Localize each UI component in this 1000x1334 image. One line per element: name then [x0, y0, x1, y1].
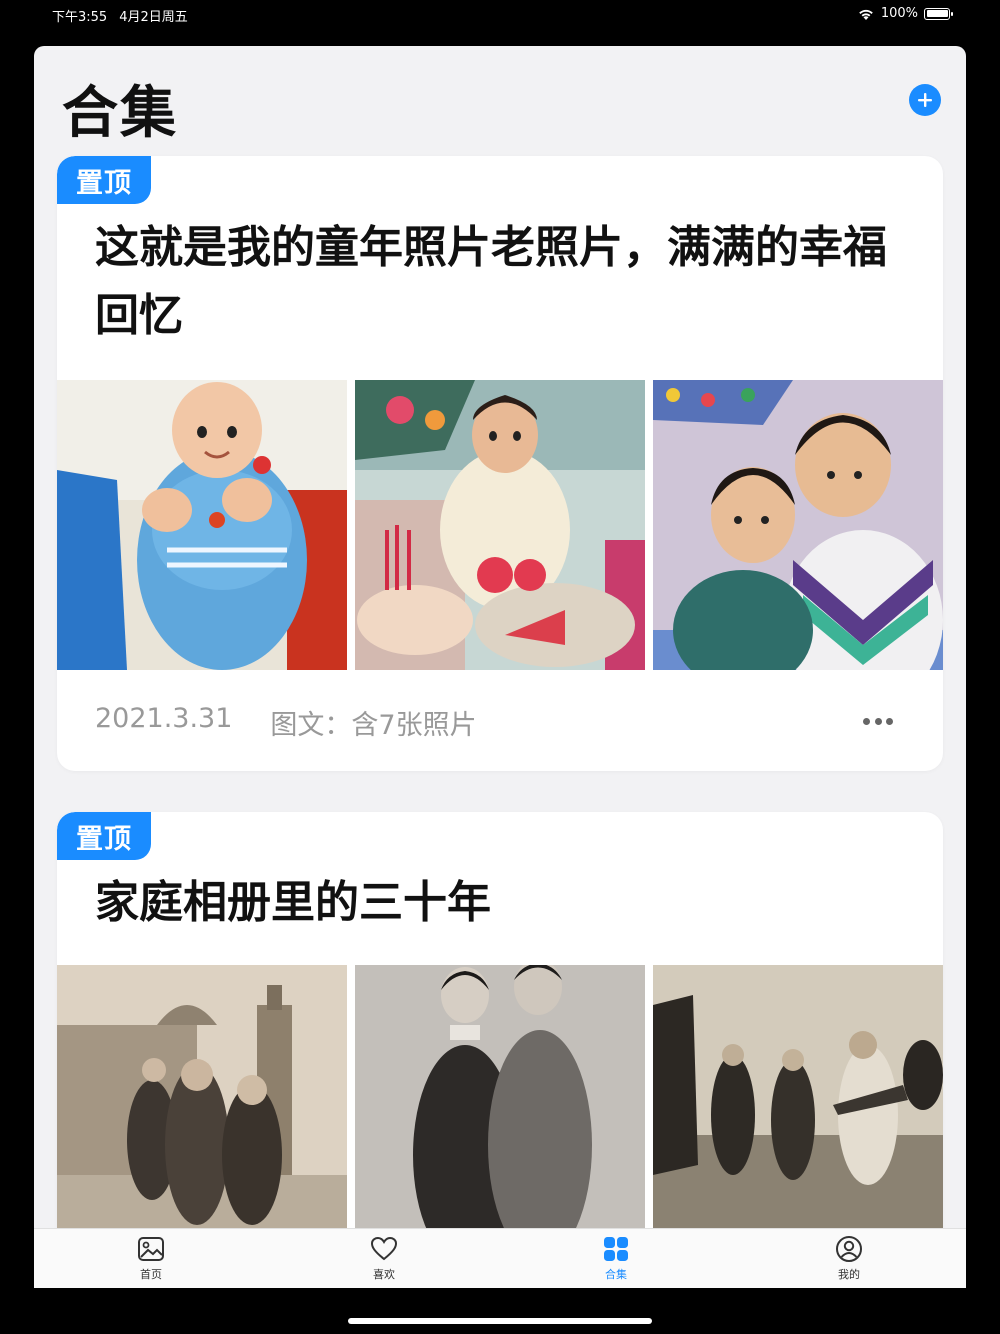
- tab-label: 首页: [140, 1268, 162, 1281]
- collection-card[interactable]: 置顶 家庭相册里的三十年: [57, 812, 943, 1288]
- collection-meta: 2021.3.31 图文：含7张照片: [95, 703, 477, 742]
- page-title: 合集: [62, 81, 178, 146]
- status-time: 下午3:55: [52, 10, 108, 25]
- photo-icon: [138, 1237, 164, 1261]
- collection-title: 这就是我的童年照片老照片，满满的幸福回忆: [95, 222, 887, 341]
- collection-title: 家庭相册里的三十年: [95, 877, 491, 928]
- pinned-badge: 置顶: [57, 812, 151, 860]
- couple-portrait-photo[interactable]: [355, 965, 645, 1235]
- tab-profile[interactable]: 我的: [809, 1235, 889, 1282]
- collection-date: 2021.3.31: [95, 703, 233, 734]
- wifi-icon: [859, 9, 873, 20]
- grid-icon: [604, 1237, 628, 1261]
- status-bar: 下午3:55 4月2日周五 100%: [0, 0, 1000, 30]
- tab-label: 喜欢: [373, 1268, 395, 1281]
- person-icon: [836, 1236, 862, 1262]
- collection-photos: [57, 965, 943, 1235]
- plus-icon: [918, 93, 932, 107]
- battery-percent: 100%: [880, 6, 918, 21]
- two-boys-hugging-photo[interactable]: [653, 380, 943, 670]
- tab-home[interactable]: 首页: [111, 1235, 191, 1282]
- collection-card[interactable]: 置顶 这就是我的童年照片老照片，满满的幸福回忆 2021.3.31 图文：含7张…: [57, 156, 943, 771]
- baby-in-blue-outfit-photo[interactable]: [57, 380, 347, 670]
- collection-photos: [57, 380, 943, 670]
- add-collection-button[interactable]: [909, 84, 941, 116]
- tab-favorites[interactable]: 喜欢: [344, 1235, 424, 1282]
- battery-icon: [924, 7, 953, 20]
- tab-label: 我的: [838, 1268, 860, 1281]
- family-in-front-of-building-photo[interactable]: [57, 965, 347, 1235]
- heart-icon: [370, 1236, 398, 1261]
- pinned-badge: 置顶: [57, 156, 151, 204]
- toddler-with-birthday-cake-photo[interactable]: [355, 380, 645, 670]
- status-date: 4月2日周五: [119, 10, 188, 25]
- more-options-icon[interactable]: [863, 718, 893, 726]
- collection-info: 图文：含7张照片: [270, 710, 477, 741]
- collections-page: 合集 置顶 这就是我的童年照片老照片，满满的幸福回忆 2021.3.31 图文：…: [34, 46, 966, 1288]
- tab-bar: 首页 喜欢 合集 我的: [34, 1228, 966, 1288]
- tab-collections[interactable]: 合集: [576, 1235, 656, 1282]
- home-indicator[interactable]: [348, 1318, 652, 1324]
- tab-label: 合集: [605, 1268, 627, 1281]
- men-on-sports-field-photo[interactable]: [653, 965, 943, 1235]
